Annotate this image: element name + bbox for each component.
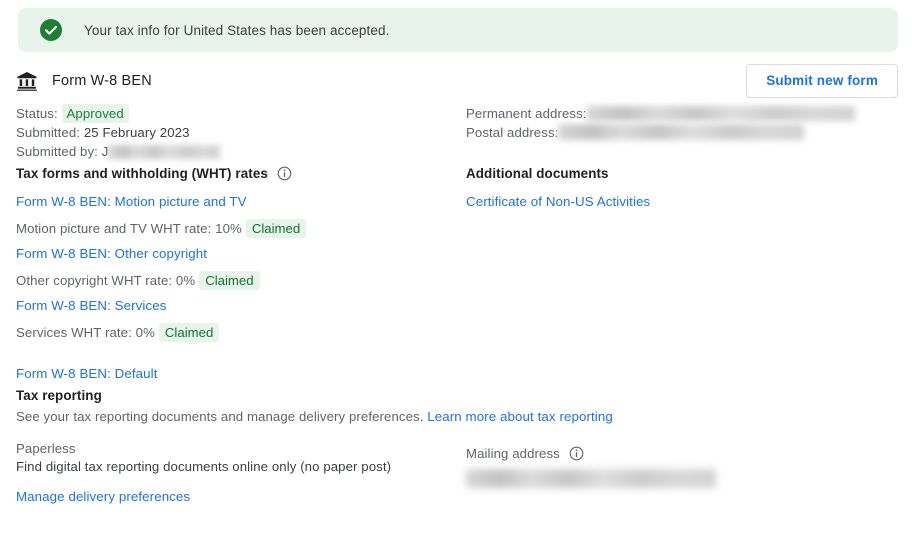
page-title: Form W-8 BEN [52, 73, 152, 89]
tax-form-row: Form W-8 BEN: Other copyright [16, 245, 456, 263]
tax-form-rate-text: Other copyright WHT rate: 0% [16, 273, 196, 288]
tax-reporting-title: Tax reporting [16, 388, 102, 403]
postal-address-row: Postal address: [466, 123, 902, 142]
tax-reporting-columns: Tax reporting See your tax reporting doc… [0, 388, 912, 508]
permanent-address-row: Permanent address: [466, 104, 902, 123]
tax-form-default-link[interactable]: Form W-8 BEN: Default [16, 366, 158, 381]
tax-form-rate-text: Motion picture and TV WHT rate: 10% [16, 221, 242, 236]
tax-form-rate-text: Services WHT rate: 0% [16, 325, 155, 340]
submitted-value: 25 February 2023 [83, 125, 190, 140]
status-label: Status: [16, 106, 58, 121]
main-content: Form W-8 BEN Submit new form Status: App… [0, 60, 912, 508]
tax-form-link[interactable]: Form W-8 BEN: Other copyright [16, 246, 207, 261]
tax-form-link[interactable]: Form W-8 BEN: Services [16, 298, 166, 313]
tax-form-link[interactable]: Form W-8 BEN: Motion picture and TV [16, 194, 247, 209]
details-right-column: Permanent address: Postal address: [466, 104, 902, 142]
submitted-label: Submitted: [16, 125, 81, 140]
form-header-row: Form W-8 BEN Submit new form [0, 60, 912, 104]
submitted-row: Submitted: 25 February 2023 [16, 123, 456, 142]
learn-more-tax-reporting-link[interactable]: Learn more about tax reporting [427, 409, 613, 424]
additional-documents-heading-label: Additional documents [466, 166, 609, 181]
tax-forms-section: Tax forms and withholding (WHT) rates Fo… [16, 166, 456, 383]
status-badge: Approved [61, 104, 129, 123]
manage-delivery-preferences-link[interactable]: Manage delivery preferences [16, 489, 190, 504]
status-row: Status: Approved [16, 104, 456, 123]
account-balance-icon [16, 70, 38, 92]
additional-document-row: Certificate of Non-US Activities [466, 193, 902, 211]
details-left-column: Status: Approved Submitted: 25 February … [16, 104, 456, 161]
success-banner-message: Your tax info for United States has been… [84, 22, 390, 38]
tax-form-row: Form W-8 BEN: Services [16, 297, 456, 315]
tax-forms-heading-label: Tax forms and withholding (WHT) rates [16, 166, 268, 181]
additional-documents-heading: Additional documents [466, 166, 902, 181]
mailing-address-section: Mailing address [466, 446, 902, 490]
permanent-address-label: Permanent address: [466, 106, 587, 121]
submitted-by-value: J [101, 144, 109, 159]
claimed-badge: Claimed [245, 219, 307, 238]
submit-new-form-button[interactable]: Submit new form [746, 64, 898, 98]
tax-reporting-description-row: See your tax reporting documents and man… [16, 409, 616, 424]
tax-form-rate-row: Motion picture and TV WHT rate: 10% Claim… [16, 219, 456, 238]
info-icon[interactable] [569, 446, 584, 461]
permanent-address-redaction [586, 106, 855, 121]
forms-columns: Tax forms and withholding (WHT) rates Fo… [0, 166, 912, 388]
tax-form-rate-row: Services WHT rate: 0% Claimed [16, 323, 456, 342]
postal-address-redaction [558, 124, 805, 140]
manage-delivery-preferences-row: Manage delivery preferences [16, 488, 616, 506]
check-circle-icon [40, 19, 62, 41]
details-columns: Status: Approved Submitted: 25 February … [0, 104, 912, 166]
mailing-address-label: Mailing address [466, 446, 560, 461]
certificate-non-us-activities-link[interactable]: Certificate of Non-US Activities [466, 194, 650, 209]
postal-address-label: Postal address: [466, 125, 559, 140]
claimed-badge: Claimed [158, 323, 220, 342]
claimed-badge: Claimed [199, 271, 260, 290]
info-icon[interactable] [277, 166, 292, 181]
submitted-by-redaction [108, 145, 221, 159]
additional-documents-section: Additional documents Certificate of Non-… [466, 166, 902, 211]
submitted-by-label: Submitted by: [16, 144, 98, 159]
tax-form-default-row: Form W-8 BEN: Default [16, 365, 456, 383]
mailing-address-heading: Mailing address [466, 446, 902, 461]
tax-form-rate-row: Other copyright WHT rate: 0% Claimed [16, 271, 456, 290]
tax-form-row: Form W-8 BEN: Motion picture and TV [16, 193, 456, 211]
form-title-group: Form W-8 BEN [16, 70, 152, 92]
tax-forms-heading: Tax forms and withholding (WHT) rates [16, 166, 456, 181]
tax-reporting-description: See your tax reporting documents and man… [16, 409, 424, 424]
submitted-by-row: Submitted by: J [16, 142, 456, 161]
success-banner: Your tax info for United States has been… [18, 8, 898, 52]
mailing-address-redaction [466, 469, 716, 488]
